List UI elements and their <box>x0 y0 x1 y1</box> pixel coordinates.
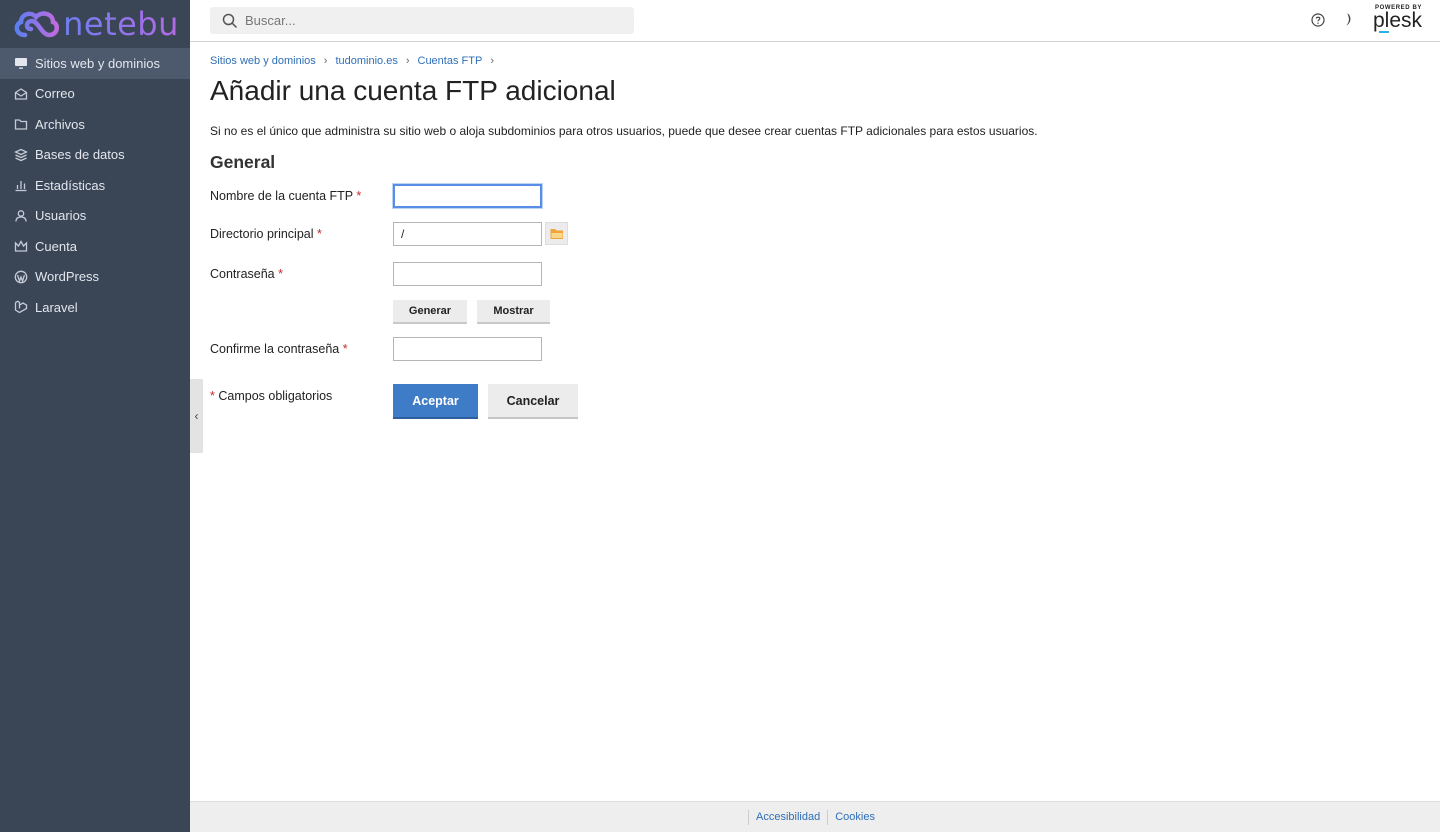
required-fields-note: * Campos obligatorios <box>210 389 333 403</box>
main-content: Sitios web y dominios › tudominio.es › C… <box>210 42 1420 493</box>
confirm-password-label: Confirme la contraseña * <box>210 342 348 356</box>
ftp-account-form: Nombre de la cuenta FTP * Directorio pri… <box>210 173 1420 493</box>
password-input[interactable] <box>393 262 542 286</box>
home-directory-input[interactable] <box>393 222 542 246</box>
sidebar-item-label: Archivos <box>35 116 85 132</box>
sidebar-nav: Sitios web y dominios Correo Archivos Ba… <box>0 48 190 323</box>
search-input[interactable] <box>245 13 615 28</box>
accept-button[interactable]: Aceptar <box>393 384 478 419</box>
browse-directory-button[interactable] <box>545 222 568 245</box>
required-asterisk: * <box>317 227 322 241</box>
sidebar-item-wordpress[interactable]: WordPress <box>0 262 190 293</box>
mail-icon <box>14 87 28 101</box>
moon-icon[interactable] <box>1341 12 1355 28</box>
chevron-left-icon: ‹ <box>194 409 199 423</box>
plesk-accent-bar <box>1379 31 1389 33</box>
breadcrumb-link-websites[interactable]: Sitios web y dominios <box>210 55 316 67</box>
sidebar-item-label: Estadísticas <box>35 177 106 193</box>
cancel-button[interactable]: Cancelar <box>488 384 578 419</box>
search-box[interactable] <box>210 7 634 34</box>
required-asterisk: * <box>342 342 348 356</box>
sidebar-item-websites[interactable]: Sitios web y dominios <box>0 48 190 79</box>
plesk-logo[interactable]: POWERED BY plesk <box>1370 5 1422 33</box>
page-description: Si no es el único que administra su siti… <box>210 124 1038 138</box>
ftp-name-input[interactable] <box>393 184 542 208</box>
sidebar-item-mail[interactable]: Correo <box>0 79 190 110</box>
sidebar-item-files[interactable]: Archivos <box>0 109 190 140</box>
sidebar-item-account[interactable]: Cuenta <box>0 231 190 262</box>
sidebar-item-label: Cuenta <box>35 238 77 254</box>
sidebar-item-label: Bases de datos <box>35 147 125 163</box>
chevron-right-icon: › <box>490 55 494 67</box>
breadcrumb-link-ftp-accounts[interactable]: Cuentas FTP <box>418 55 483 67</box>
sidebar-item-label: Sitios web y dominios <box>35 55 160 71</box>
sidebar-item-databases[interactable]: Bases de datos <box>0 140 190 171</box>
footer-link-cookies[interactable]: Cookies <box>828 811 882 823</box>
confirm-password-input[interactable] <box>393 337 542 361</box>
cloud-logo-icon <box>14 11 60 38</box>
sidebar-item-users[interactable]: Usuarios <box>0 201 190 232</box>
footer: Accesibilidad Cookies <box>190 801 1440 832</box>
chevron-right-icon: › <box>323 55 328 67</box>
brand-logo[interactable]: netebu <box>0 0 190 48</box>
section-title-general: General <box>210 152 276 172</box>
sidebar-item-label: Usuarios <box>35 208 87 224</box>
breadcrumb: Sitios web y dominios › tudominio.es › C… <box>210 55 1420 67</box>
home-directory-label: Directorio principal * <box>210 227 322 241</box>
top-header: POWERED BY plesk <box>190 0 1440 42</box>
chevron-right-icon: › <box>405 55 410 67</box>
wordpress-icon <box>14 270 28 284</box>
sidebar-collapse-button[interactable]: ‹ <box>190 379 203 453</box>
sidebar-item-label: Laravel <box>35 299 78 315</box>
folder-icon <box>14 117 28 131</box>
help-icon[interactable] <box>1311 13 1325 27</box>
sidebar-item-statistics[interactable]: Estadísticas <box>0 170 190 201</box>
brand-name: netebu <box>63 5 179 43</box>
folder-open-icon <box>550 228 563 239</box>
search-icon <box>222 13 238 28</box>
footer-link-accessibility[interactable]: Accesibilidad <box>749 811 827 823</box>
database-stack-icon <box>14 148 28 162</box>
laravel-icon <box>14 300 28 314</box>
monitor-icon <box>14 56 28 70</box>
sidebar: netebu Sitios web y dominios Correo Arch… <box>0 0 190 832</box>
page-title: Añadir una cuenta FTP adicional <box>210 75 616 106</box>
sidebar-item-laravel[interactable]: Laravel <box>0 292 190 323</box>
required-asterisk: * <box>356 189 362 203</box>
bar-chart-icon <box>14 178 28 192</box>
password-label: Contraseña * <box>210 267 283 281</box>
required-asterisk: * <box>210 389 215 403</box>
plesk-wordmark: plesk <box>1372 9 1422 32</box>
sidebar-item-label: Correo <box>35 86 75 102</box>
user-icon <box>14 209 28 223</box>
show-password-button[interactable]: Mostrar <box>477 300 550 324</box>
sidebar-item-label: WordPress <box>35 269 100 285</box>
generate-password-button[interactable]: Generar <box>393 300 467 324</box>
ftp-name-label: Nombre de la cuenta FTP * <box>210 189 362 203</box>
breadcrumb-link-domain[interactable]: tudominio.es <box>335 55 397 67</box>
crown-icon <box>14 239 28 253</box>
required-asterisk: * <box>278 267 283 281</box>
